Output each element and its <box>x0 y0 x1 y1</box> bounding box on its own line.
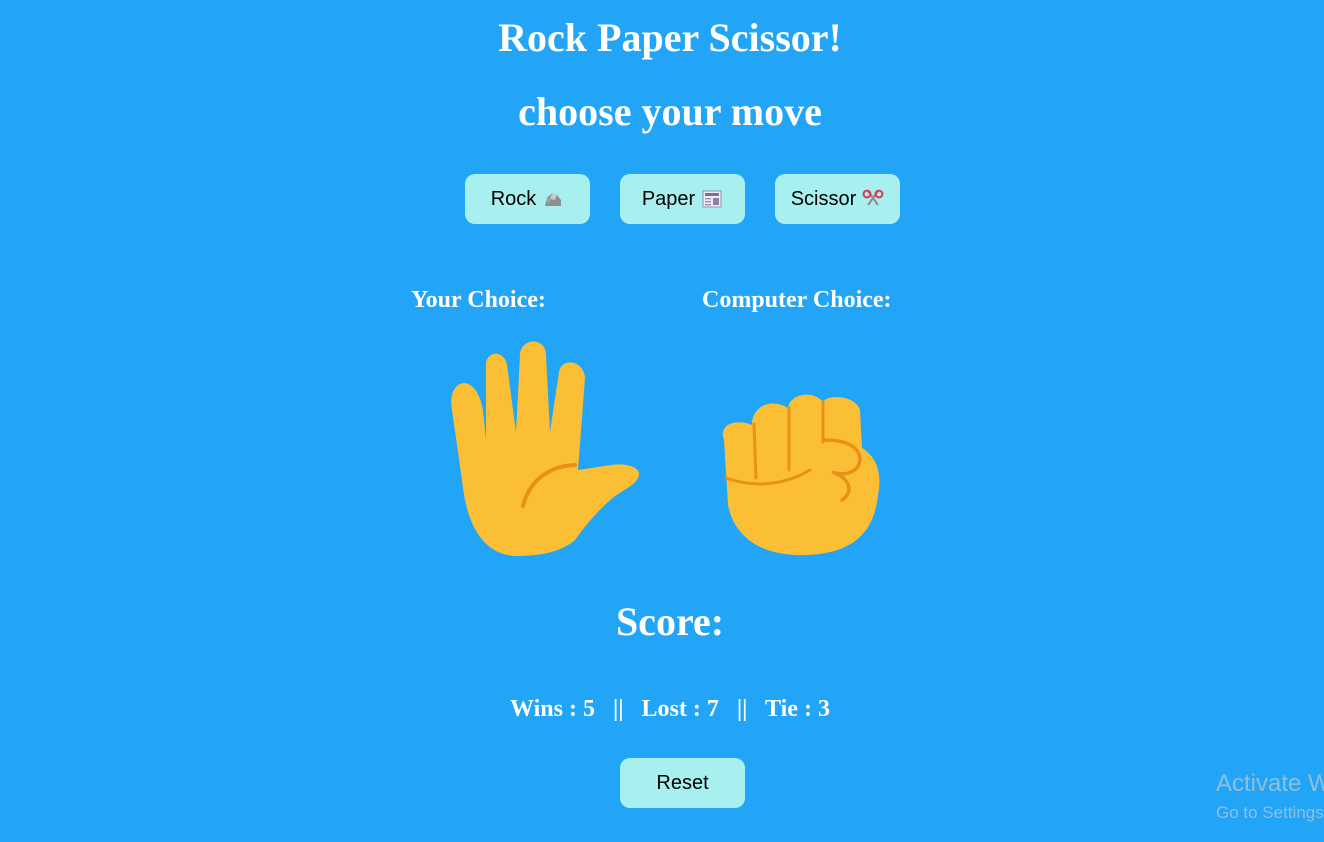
wins-label: Wins <box>510 696 563 722</box>
newspaper-icon <box>702 190 722 208</box>
lost-count: 7 <box>706 696 719 722</box>
paper-button-label: Paper <box>641 187 696 210</box>
rock-button[interactable]: Rock <box>465 174 590 224</box>
score-heading: Score: <box>615 599 725 644</box>
computer-choice-label: Computer Choice: <box>702 287 892 313</box>
your-choice-label: Your Choice: <box>411 287 546 313</box>
watermark-title: Activate W <box>1216 770 1324 797</box>
score-summary: Wins : 5 || Lost : 7 || Tie : 3 <box>510 696 830 722</box>
page-subtitle: choose your move <box>518 89 822 134</box>
rock-button-label: Rock <box>490 187 537 210</box>
tie-label: Tie <box>765 696 798 722</box>
scissors-icon <box>862 189 884 206</box>
raised-hand-icon <box>451 341 640 556</box>
scissor-button[interactable]: Scissor <box>775 174 900 224</box>
activation-watermark: Activate W Go to Settings <box>1216 768 1324 826</box>
watermark-subtitle: Go to Settings <box>1216 803 1324 822</box>
scissor-button-label: Scissor <box>790 187 857 210</box>
raised-fist-icon <box>722 394 880 556</box>
lost-label: Lost <box>641 696 687 722</box>
rock-icon <box>545 193 562 206</box>
wins-count: 5 <box>582 696 595 722</box>
reset-button[interactable]: Reset <box>620 758 745 808</box>
reset-button-label: Reset <box>656 771 709 794</box>
tie-count: 3 <box>817 696 830 722</box>
page-title: Rock Paper Scissor! <box>498 15 842 60</box>
paper-button[interactable]: Paper <box>620 174 745 224</box>
score-separator: || <box>736 696 748 722</box>
score-separator: || <box>612 696 624 722</box>
